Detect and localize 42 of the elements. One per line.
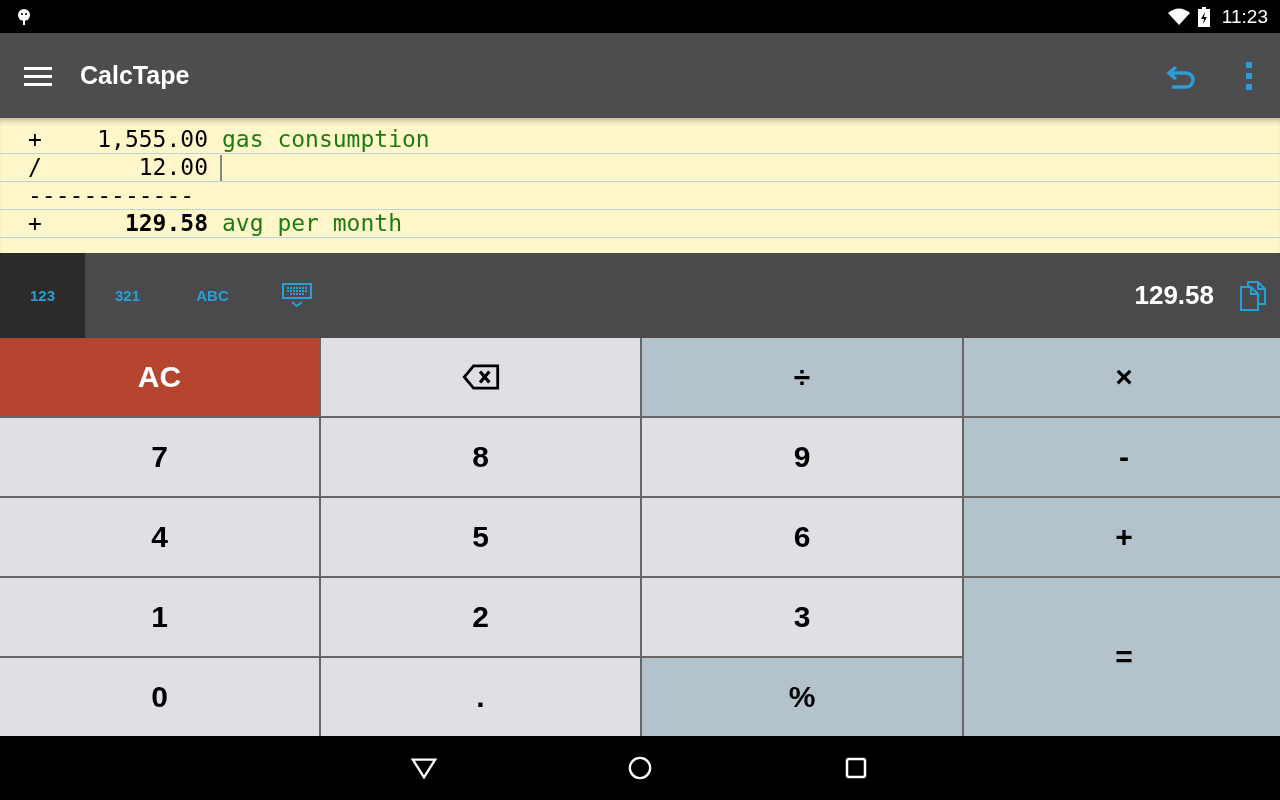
mode-tab[interactable]: 123 — [0, 253, 85, 338]
backspace-icon — [461, 364, 500, 390]
app-title: CalcTape — [80, 61, 190, 90]
digit-key[interactable]: 0 — [0, 658, 319, 736]
operator-key[interactable]: - — [964, 418, 1280, 496]
overflow-menu-icon[interactable] — [1246, 61, 1252, 90]
amount-value: 12.00 — [137, 154, 208, 181]
digit-key[interactable]: 4 — [0, 498, 319, 576]
digit-key[interactable]: 8 — [321, 418, 640, 496]
wifi-icon — [1167, 8, 1190, 25]
operator-symbol: / — [28, 154, 43, 181]
operator-key[interactable]: × — [964, 338, 1280, 416]
amount-value: 1,555.00 — [96, 126, 208, 153]
digit-key[interactable]: . — [321, 658, 640, 736]
result-value: 129.58 — [1134, 280, 1214, 311]
digit-key[interactable]: 2 — [321, 578, 640, 656]
clock-time: 11:23 — [1221, 5, 1268, 28]
operator-symbol: + — [28, 126, 43, 153]
digit-key[interactable]: 5 — [321, 498, 640, 576]
digit-key[interactable]: 7 — [0, 418, 319, 496]
digit-key[interactable]: 1 — [0, 578, 319, 656]
keyboard-icon[interactable] — [282, 282, 312, 309]
digit-key[interactable]: 6 — [642, 498, 962, 576]
separator-dashes: ------------ — [28, 182, 195, 209]
digit-key[interactable]: 3 — [642, 578, 962, 656]
battery-icon — [1197, 6, 1210, 27]
comment-text: gas consumption — [222, 126, 430, 153]
back-icon[interactable] — [411, 756, 437, 780]
android-icon — [17, 7, 31, 26]
operator-key[interactable]: ÷ — [642, 338, 962, 416]
operator-key[interactable]: % — [642, 658, 962, 736]
operator-key[interactable]: + — [964, 498, 1280, 576]
comment-text: avg per month — [222, 210, 402, 237]
operator-symbol: + — [28, 210, 43, 237]
menu-icon[interactable] — [24, 65, 52, 86]
amount-value: 129.58 — [123, 210, 208, 237]
equals-key[interactable]: = — [964, 578, 1280, 736]
digit-key[interactable]: 9 — [642, 418, 962, 496]
clear-button[interactable]: AC — [0, 338, 319, 416]
copy-icon[interactable] — [1240, 280, 1266, 311]
recents-icon[interactable] — [843, 756, 869, 780]
home-icon[interactable] — [627, 756, 653, 780]
